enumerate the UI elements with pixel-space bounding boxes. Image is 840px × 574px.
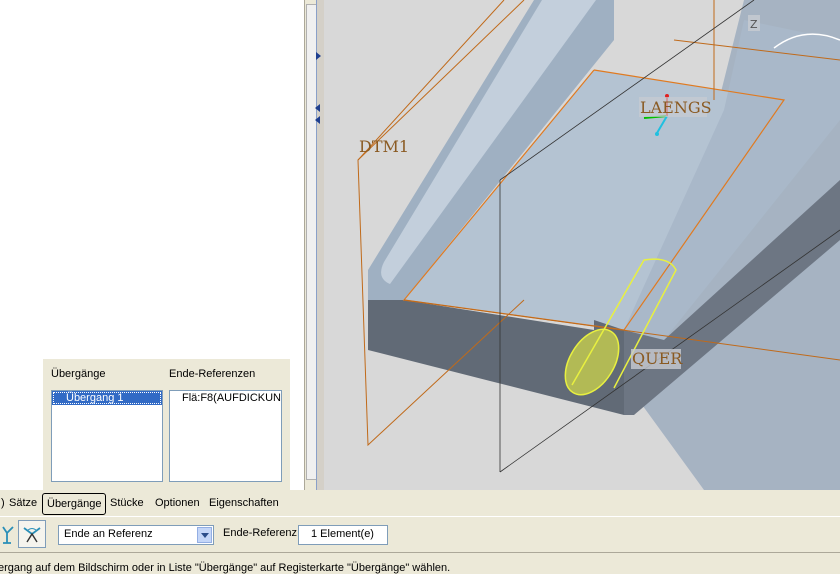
label-z: Z — [750, 18, 758, 31]
end-reference-label: Ende-Referenz — [223, 527, 297, 539]
tab-stuecke[interactable]: Stücke — [106, 493, 148, 513]
list-item-transition-1[interactable]: Übergang 1 — [52, 391, 162, 405]
label-laengs[interactable]: LAENGS — [640, 98, 712, 117]
transition-type-button[interactable] — [0, 520, 16, 548]
message-area: ergang auf dem Bildschirm oder in Liste … — [0, 552, 840, 574]
end-references-label: Ende-Referenzen — [169, 368, 256, 380]
label-quer[interactable]: QUER — [632, 349, 683, 368]
model-canvas[interactable]: DTM1 LAENGS QUER Z — [324, 0, 840, 490]
csys-axis-z-tip — [655, 132, 659, 136]
tab-uebergaenge[interactable]: Übergänge — [42, 493, 107, 515]
transitions-panel: Übergänge Übergang 1 Ende-Referenzen Flä… — [42, 358, 290, 490]
dropdown-button[interactable] — [197, 527, 212, 543]
sash-arrow-right-icon[interactable] — [316, 52, 321, 60]
graphics-viewport[interactable]: DTM1 LAENGS QUER Z — [324, 0, 840, 490]
transitions-list-label: Übergänge — [51, 368, 106, 380]
chevron-down-icon — [201, 533, 209, 538]
label-dtm1[interactable]: DTM1 — [359, 137, 409, 156]
tab-optionen[interactable]: Optionen — [151, 493, 204, 513]
transitions-list[interactable]: Übergang 1 — [51, 390, 163, 482]
transition-type-icon — [2, 526, 14, 544]
list-item-end-reference[interactable]: Flä:F8(AUFDICKUNG — [170, 391, 281, 405]
end-reference-collector[interactable]: 1 Element(e) — [298, 525, 388, 545]
dashboard-tab-strip: ) Sätze Übergänge Stücke Optionen Eigens… — [0, 490, 840, 516]
end-reference-value: 1 Element(e) — [311, 528, 374, 540]
end-transition-icon — [23, 527, 41, 543]
transition-type-select[interactable]: Ende an Referenz — [58, 525, 214, 545]
status-message: ergang auf dem Bildschirm oder in Liste … — [0, 562, 451, 574]
transition-type-value: Ende an Referenz — [64, 528, 153, 540]
end-references-list[interactable]: Flä:F8(AUFDICKUNG — [169, 390, 282, 482]
end-transition-button[interactable] — [18, 520, 46, 548]
sash-arrow-left-icon[interactable] — [315, 116, 320, 124]
sash-arrow-left-icon[interactable] — [315, 104, 320, 112]
dashboard-toolbar: Ende an Referenz Ende-Referenz 1 Element… — [0, 516, 840, 551]
tab-eigenschaften[interactable]: Eigenschaften — [205, 493, 283, 513]
tab-saetze[interactable]: Sätze — [5, 493, 41, 513]
